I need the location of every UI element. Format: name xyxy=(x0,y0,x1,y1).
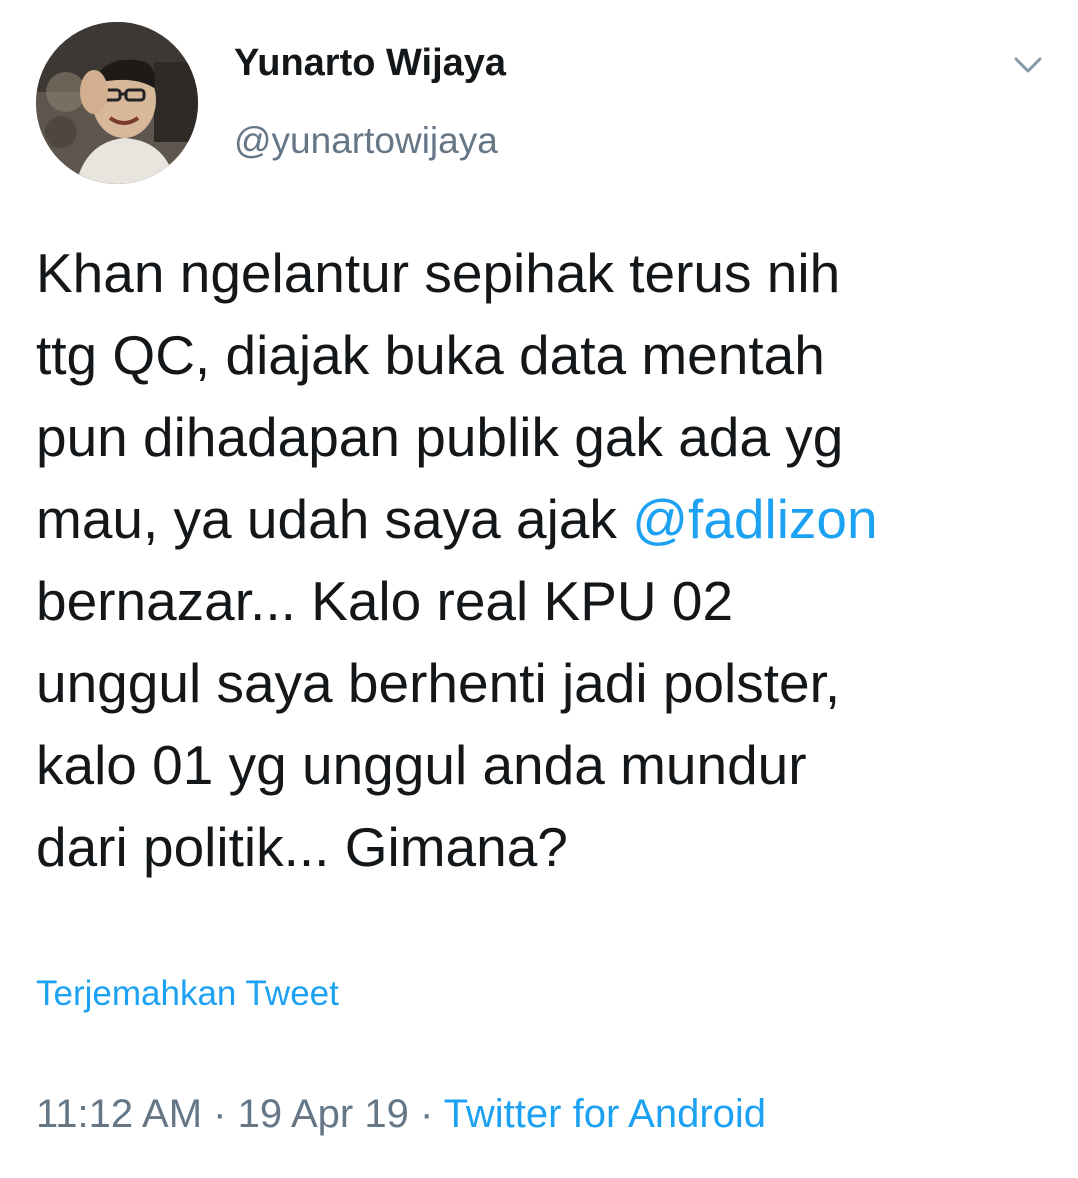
tweet-text-line: unggul saya berhenti jadi polster, xyxy=(36,652,841,714)
tweet-text-line: kalo 01 yg unggul anda mundur xyxy=(36,734,807,796)
tweet-meta: 11:12 AM · 19 Apr 19 · Twitter for Andro… xyxy=(36,1092,766,1137)
tweet-text-line: pun dihadapan publik gak ada yg xyxy=(36,406,844,468)
author-display-name[interactable]: Yunarto Wijaya xyxy=(234,42,506,85)
tweet-text-line: bernazar... Kalo real KPU 02 xyxy=(36,570,734,632)
tweet-text: Khan ngelantur sepihak terus nih ttg QC,… xyxy=(36,232,1046,888)
tweet-time: 11:12 AM xyxy=(36,1092,203,1136)
tweet-source-link[interactable]: Twitter for Android xyxy=(444,1092,766,1136)
tweet-date: 19 Apr 19 xyxy=(237,1092,409,1136)
tweet-text-line: dari politik... Gimana? xyxy=(36,816,568,878)
tweet-card: Yunarto Wijaya @yunartowijaya Khan ngela… xyxy=(0,0,1078,1178)
translate-tweet-link[interactable]: Terjemahkan Tweet xyxy=(36,974,339,1014)
chevron-down-icon[interactable] xyxy=(1006,50,1050,80)
tweet-text-line: Khan ngelantur sepihak terus nih xyxy=(36,242,841,304)
tweet-text-line: mau, ya udah saya ajak @fadlizon xyxy=(36,478,1046,560)
mention-link[interactable]: @fadlizon xyxy=(632,488,877,550)
profile-photo xyxy=(36,22,198,184)
author-handle[interactable]: @yunartowijaya xyxy=(234,120,498,162)
avatar[interactable] xyxy=(36,22,198,184)
tweet-text-fragment: mau, ya udah saya ajak xyxy=(36,488,633,550)
tweet-text-line: ttg QC, diajak buka data mentah xyxy=(36,324,825,386)
meta-separator: · xyxy=(202,1092,238,1136)
meta-separator: · xyxy=(408,1092,444,1136)
